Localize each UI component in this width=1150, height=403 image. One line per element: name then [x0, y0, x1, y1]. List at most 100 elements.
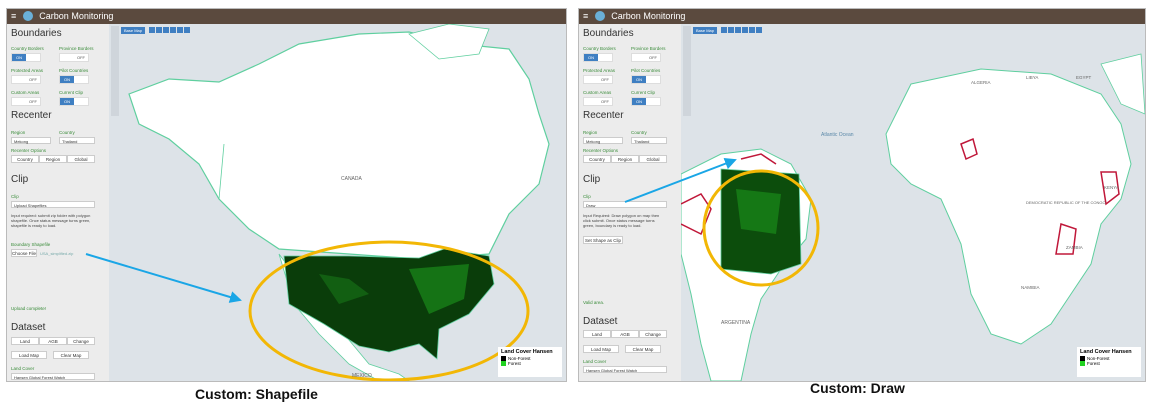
custom-areas-label: Custom Areas: [583, 90, 612, 95]
dataset-agb-button[interactable]: AGB: [611, 330, 639, 338]
clip-select[interactable]: Upload Shapefiles: [11, 201, 95, 208]
map-legend: Land Cover Hansen Non-Forest Forest: [498, 347, 562, 377]
map-legend: Land Cover Hansen Non-Forest Forest: [1077, 347, 1141, 377]
load-map-button[interactable]: Load Map: [11, 351, 47, 359]
north-america-map: CANADA MEXICO: [128, 24, 550, 381]
drc-label: DEMOCRATIC REPUBLIC OF THE CONGO: [1026, 200, 1106, 205]
country-select[interactable]: Thailand: [631, 137, 667, 144]
menu-icon[interactable]: ≡: [11, 11, 16, 21]
recenter-country-button[interactable]: Country: [11, 155, 39, 163]
globe-logo-icon: [22, 11, 33, 21]
egypt-label: EGYPT: [1076, 75, 1092, 80]
app-title: Carbon Monitoring: [39, 11, 114, 21]
land-cover-select[interactable]: Hansen Global Forest Watch: [583, 366, 667, 373]
caption-shapefile: Custom: Shapefile: [195, 386, 318, 402]
clear-map-button[interactable]: Clear Map: [625, 345, 661, 353]
app-title: Carbon Monitoring: [611, 11, 686, 21]
map-canvas[interactable]: Base Map Atlantic Ocean ARGENTINA ALGERI…: [681, 24, 1145, 381]
canada-label: CANADA: [341, 176, 363, 182]
set-shape-button[interactable]: Set Shape as Clip: [583, 236, 623, 244]
clip-select[interactable]: Draw: [583, 201, 667, 208]
section-boundaries: Boundaries: [11, 28, 62, 39]
recenter-options-label: Recenter Options: [583, 148, 619, 153]
region-select[interactable]: Mekong: [583, 137, 623, 144]
title-bar: ≡ Carbon Monitoring: [7, 9, 566, 24]
protected-areas-toggle[interactable]: OFF: [583, 75, 613, 84]
section-clip: Clip: [583, 174, 601, 185]
section-boundaries: Boundaries: [583, 28, 634, 39]
mexico-label: MEXICO: [352, 373, 372, 379]
namibia-label: NAMIBIA: [1021, 285, 1040, 290]
globe-logo-icon: [594, 11, 605, 21]
clip-label: Clip: [11, 194, 19, 199]
section-recenter: Recenter: [583, 110, 624, 121]
caption-draw: Custom: Draw: [810, 380, 905, 396]
dataset-agb-button[interactable]: AGB: [39, 337, 67, 345]
region-select[interactable]: Mekong: [11, 137, 51, 144]
land-cover-select[interactable]: Hansen Global Forest Watch: [11, 373, 95, 380]
clip-help-text: Input required: submit zip folder with p…: [11, 213, 91, 228]
country-borders-label: Country Borders: [583, 46, 616, 51]
country-borders-label: Country Borders: [11, 46, 44, 51]
dataset-land-button[interactable]: Land: [11, 337, 39, 345]
pilot-countries-label: Pilot Countries: [631, 68, 661, 73]
map-canvas[interactable]: Base Map CANADA MEXICO Land Cover Hansen…: [109, 24, 566, 381]
country-label: Country: [59, 130, 75, 135]
zambia-label: ZAMBIA: [1066, 245, 1083, 250]
custom-areas-toggle[interactable]: OFF: [11, 97, 41, 106]
atlantic-label: Atlantic Ocean: [821, 132, 854, 138]
section-dataset: Dataset: [11, 322, 46, 333]
protected-areas-label: Protected Areas: [583, 68, 616, 73]
recenter-global-button[interactable]: Global: [67, 155, 95, 163]
current-clip-toggle[interactable]: ON: [59, 97, 89, 106]
province-borders-label: Province Borders: [631, 46, 666, 51]
clip-label: Clip: [583, 194, 591, 199]
province-borders-toggle[interactable]: OFF: [59, 53, 89, 62]
choose-file-button[interactable]: Choose File: [11, 249, 37, 257]
current-clip-toggle[interactable]: ON: [631, 97, 661, 106]
boundary-shapefile-label: Boundary Shapefile: [11, 242, 51, 247]
draw-status: Valid area.: [583, 300, 605, 305]
province-borders-toggle[interactable]: OFF: [631, 53, 661, 62]
kenya-label: KENYA: [1104, 185, 1119, 190]
pilot-countries-toggle[interactable]: ON: [631, 75, 661, 84]
current-clip-label: Current Clip: [631, 90, 656, 95]
region-label: Region: [583, 130, 598, 135]
shapefile-screenshot: ≡ Carbon Monitoring Boundaries Country B…: [6, 8, 567, 382]
recenter-country-button[interactable]: Country: [583, 155, 611, 163]
sidebar: Boundaries Country Borders ON Province B…: [579, 24, 681, 381]
menu-icon[interactable]: ≡: [583, 11, 588, 21]
libya-label: LIBYA: [1026, 75, 1038, 80]
draw-screenshot: ≡ Carbon Monitoring Boundaries Country B…: [578, 8, 1146, 382]
land-cover-label: Land Cover: [583, 359, 607, 364]
dataset-change-button[interactable]: Change: [639, 330, 667, 338]
dataset-land-button[interactable]: Land: [583, 330, 611, 338]
load-map-button[interactable]: Load Map: [583, 345, 619, 353]
sidebar: Boundaries Country Borders ON Province B…: [7, 24, 109, 381]
dataset-change-button[interactable]: Change: [67, 337, 95, 345]
custom-areas-label: Custom Areas: [11, 90, 40, 95]
recenter-global-button[interactable]: Global: [639, 155, 667, 163]
current-clip-label: Current Clip: [59, 90, 84, 95]
upload-status: Upload complete!: [11, 306, 47, 311]
argentina-label: ARGENTINA: [721, 320, 751, 326]
legend-forest: Forest: [1087, 361, 1100, 366]
country-borders-toggle[interactable]: ON: [11, 53, 41, 62]
region-label: Region: [11, 130, 26, 135]
section-recenter: Recenter: [11, 110, 52, 121]
province-borders-label: Province Borders: [59, 46, 94, 51]
recenter-options-label: Recenter Options: [11, 148, 47, 153]
recenter-region-button[interactable]: Region: [39, 155, 67, 163]
recenter-region-button[interactable]: Region: [611, 155, 639, 163]
clip-help-text: Input Required: Draw polygon on map then…: [583, 213, 660, 228]
custom-areas-toggle[interactable]: OFF: [583, 97, 613, 106]
country-borders-toggle[interactable]: ON: [583, 53, 613, 62]
section-clip: Clip: [11, 174, 29, 185]
legend-title: Land Cover Hansen: [501, 349, 553, 355]
south-america-africa-map: Atlantic Ocean ARGENTINA ALGERIA LIBYA E…: [681, 53, 1145, 381]
pilot-countries-toggle[interactable]: ON: [59, 75, 89, 84]
country-select[interactable]: Thailand: [59, 137, 95, 144]
protected-areas-label: Protected Areas: [11, 68, 44, 73]
protected-areas-toggle[interactable]: OFF: [11, 75, 41, 84]
clear-map-button[interactable]: Clear Map: [53, 351, 89, 359]
